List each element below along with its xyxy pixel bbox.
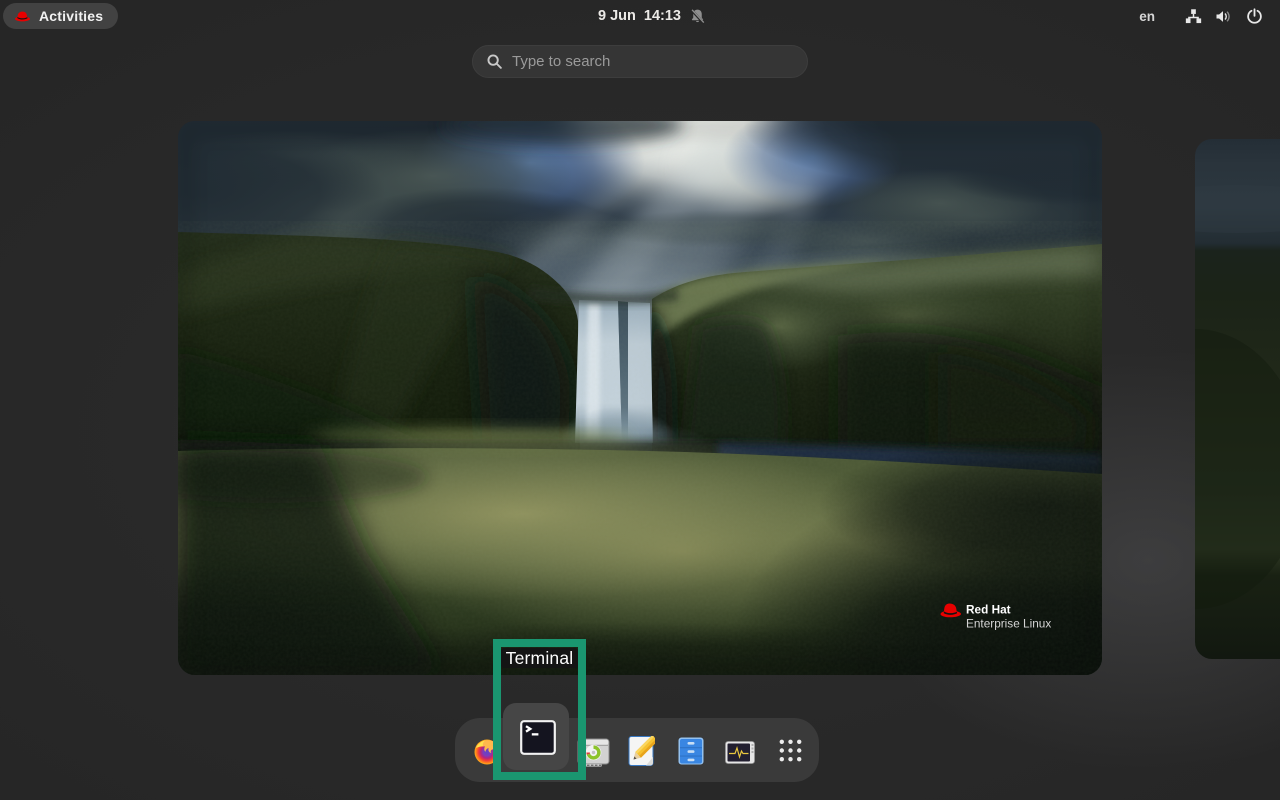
svg-text:Red Hat: Red Hat (966, 603, 1011, 617)
svg-text:Enterprise Linux: Enterprise Linux (966, 617, 1051, 631)
